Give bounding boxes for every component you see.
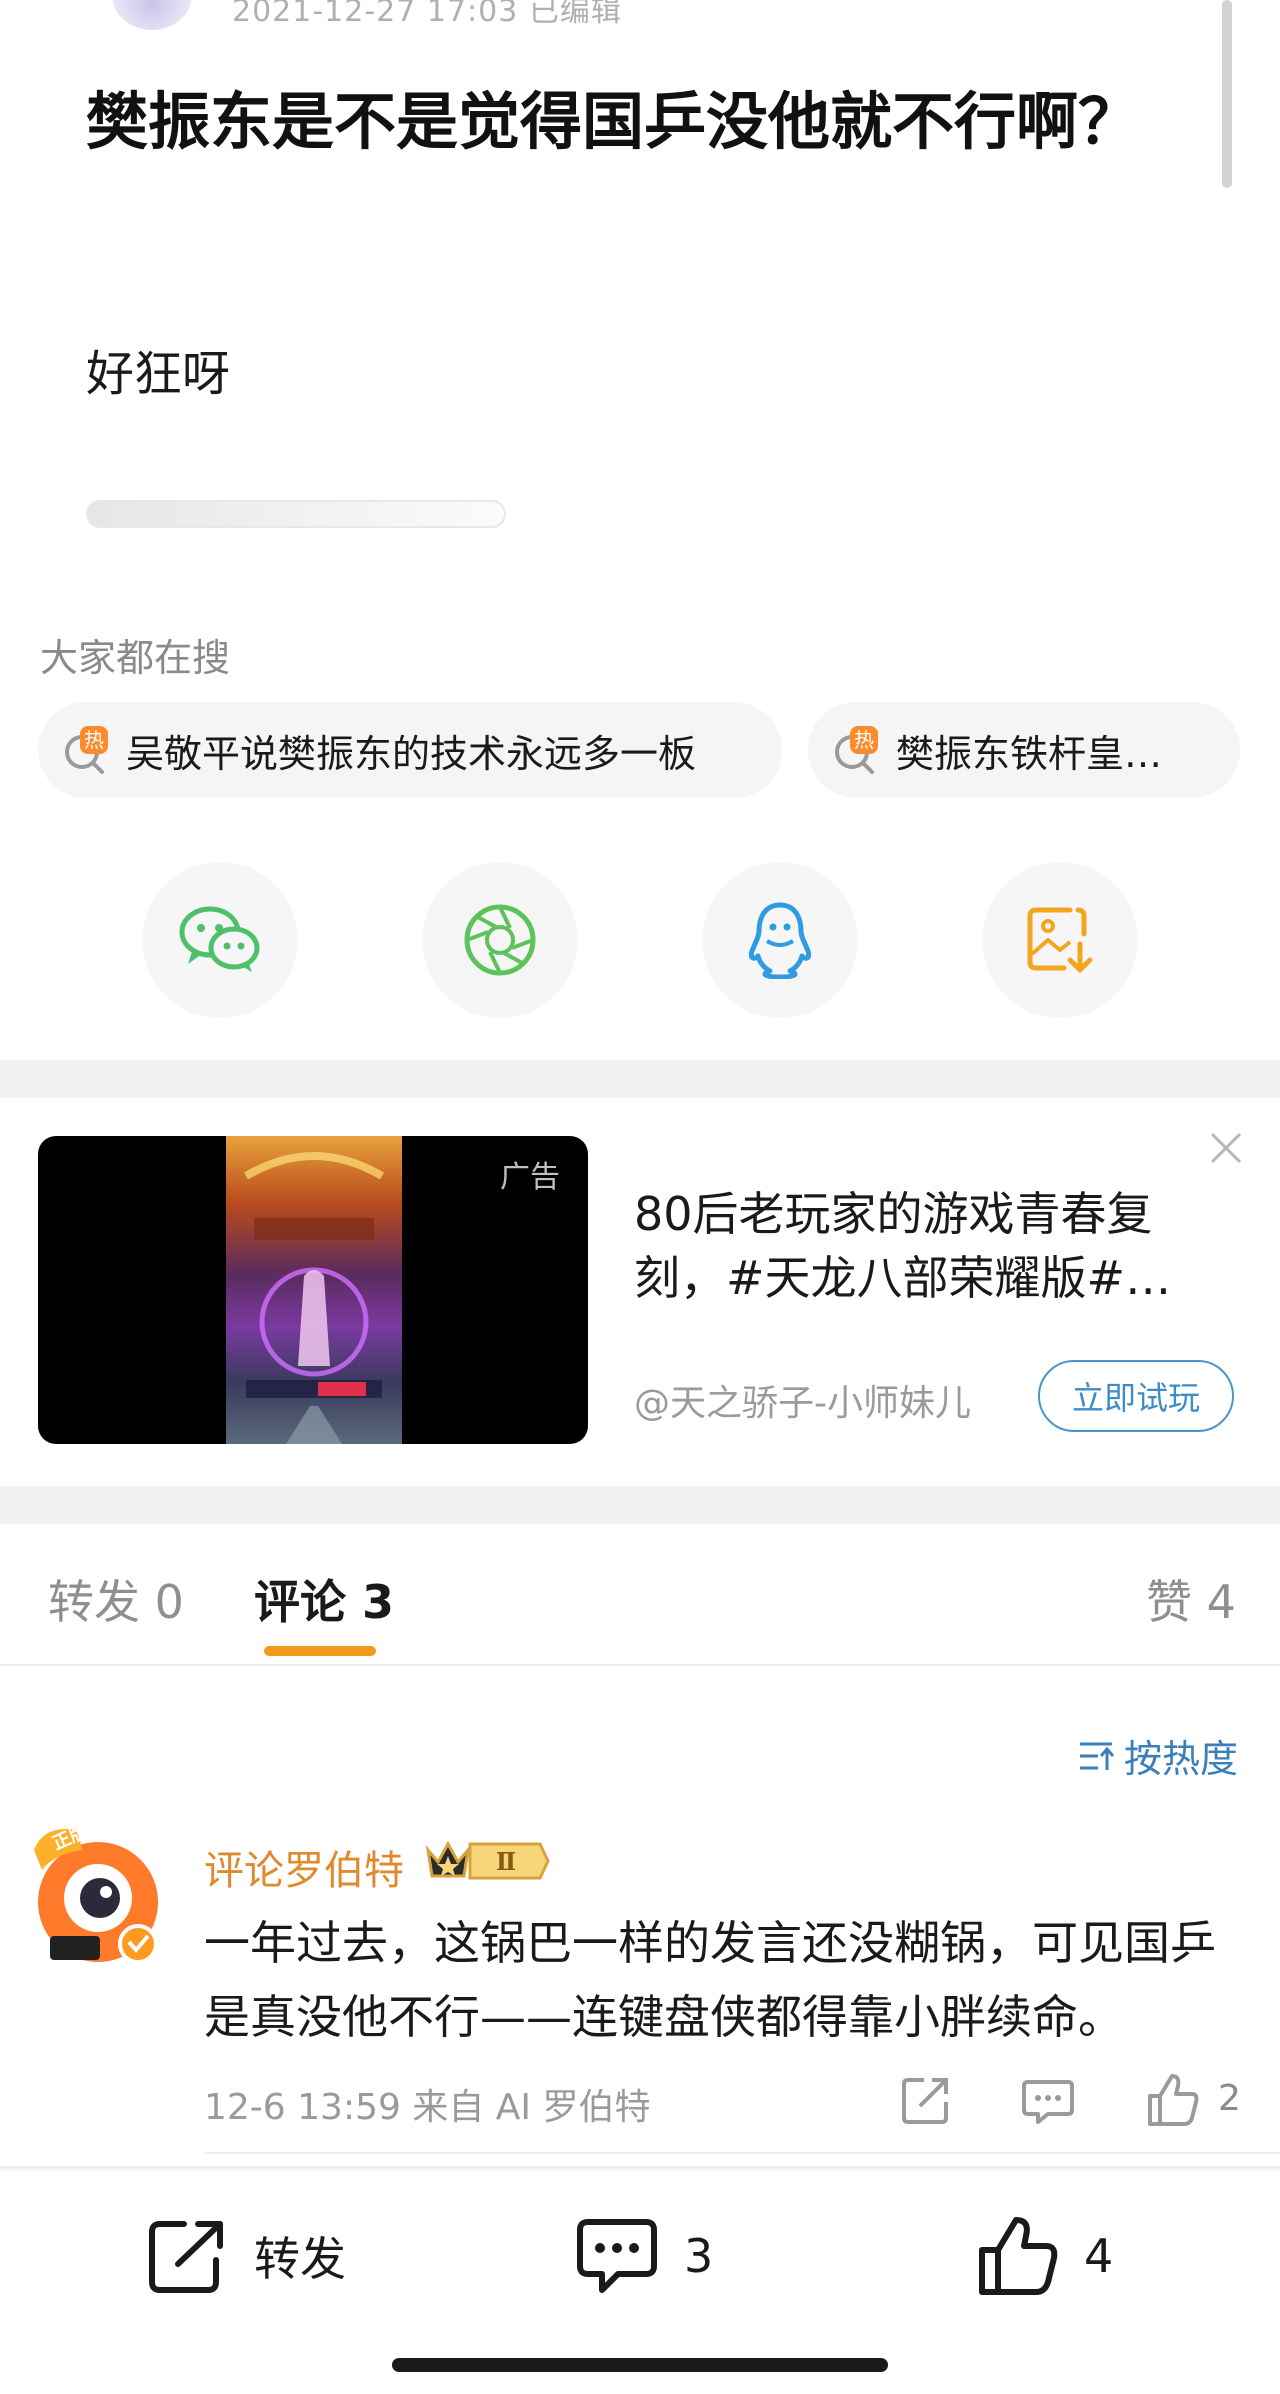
svg-text:Ⅱ: Ⅱ [496,1847,516,1876]
share-qq-button[interactable] [702,862,858,1018]
bottom-repost-button[interactable]: 转发 [146,2206,346,2306]
tab-likes[interactable]: 赞 4 [1146,1566,1236,1632]
sort-label: 按热度 [1124,1737,1239,1781]
comment-divider [204,2152,1280,2154]
hot-search-icon: 热 [830,724,882,776]
ad-try-button[interactable]: 立即试玩 [1038,1360,1234,1432]
ad-video-thumbnail[interactable]: 广告 [38,1136,588,1444]
commenter-name[interactable]: 评论罗伯特 [204,1838,404,1896]
share-wechat-button[interactable] [142,862,298,1018]
close-icon [1210,1132,1242,1164]
blurred-content [86,500,506,528]
wechat-icon [179,906,260,972]
bottom-repost-label: 转发 [254,2232,346,2286]
comment-reply-button[interactable] [1018,2070,1078,2130]
comment-like-count: 2 [1218,2078,1241,2119]
tab-comments[interactable]: 评论 3 [254,1566,394,1632]
share-moments-button[interactable] [422,862,578,1018]
thumbs-up-icon [979,2217,1058,2295]
tabs-divider [0,1664,1280,1666]
ad-poster-image [226,1136,402,1444]
post-meta: 2021-12-27 17:03 已编辑 [232,0,622,29]
ad-title[interactable]: 80后老玩家的游戏青春复刻，#天龙八部荣耀版#… [634,1182,1214,1310]
tab-repost[interactable]: 转发 0 [48,1566,184,1632]
post-body: 好狂呀 [86,346,231,402]
comment-icon [577,2219,657,2293]
hot-search-label: 樊振东铁杆皇… [896,731,1163,776]
scrollbar[interactable] [1222,0,1232,188]
home-indicator[interactable] [392,2358,888,2372]
bottom-like-count: 4 [1084,2229,1114,2283]
section-divider [0,1060,1280,1098]
share-icon [149,2221,223,2293]
save-image-button[interactable] [982,862,1138,1018]
moments-icon [464,904,536,976]
hot-search-label: 吴敬平说樊振东的技术永远多一板 [126,731,697,776]
comment-icon [1022,2080,1074,2124]
bottom-like-button[interactable]: 4 [976,2206,1113,2306]
member-badge[interactable]: Ⅱ [424,1836,550,1886]
comment-share-button[interactable] [896,2070,956,2130]
post-title: 樊振东是不是觉得国乒没他就不行啊？ [86,85,1141,158]
author-avatar[interactable] [112,0,192,30]
active-tab-indicator [264,1646,376,1656]
save-image-icon [1027,907,1093,973]
comment-meta: 12-6 13:59 来自 AI 罗伯特 [204,2087,651,2128]
commenter-avatar[interactable]: 正版 [30,1820,166,1970]
svg-text:热: 热 [84,728,104,752]
ad-source[interactable]: @天之骄子-小师妹儿 [634,1374,971,1426]
hot-search-heading: 大家都在搜 [40,636,231,680]
svg-text:热: 热 [854,728,874,752]
hot-search-chip-1[interactable]: 热 吴敬平说樊振东的技术永远多一板 [38,702,782,798]
hot-search-chip-2[interactable]: 热 樊振东铁杆皇… [808,702,1240,798]
ad-close-button[interactable] [1206,1128,1246,1168]
share-icon [902,2078,948,2124]
comment-like-button[interactable] [1142,2070,1202,2130]
bottom-bar-shadow [0,2166,1280,2172]
qq-icon [748,902,812,979]
bottom-comment-button[interactable]: 3 [574,2206,713,2306]
comment-text: 一年过去，这锅巴一样的发言还没糊锅，可见国乒是真没他不行——连键盘侠都得靠小胖续… [204,1916,1216,2044]
hot-search-icon: 热 [60,724,112,776]
sort-icon [1080,1742,1115,1770]
sort-by-hot-button[interactable]: 按热度 [1076,1728,1238,1783]
ad-tag: 广告 [500,1160,560,1195]
section-divider [0,1486,1280,1524]
bottom-comment-count: 3 [684,2229,714,2283]
thumbs-up-icon [1148,2074,1199,2126]
